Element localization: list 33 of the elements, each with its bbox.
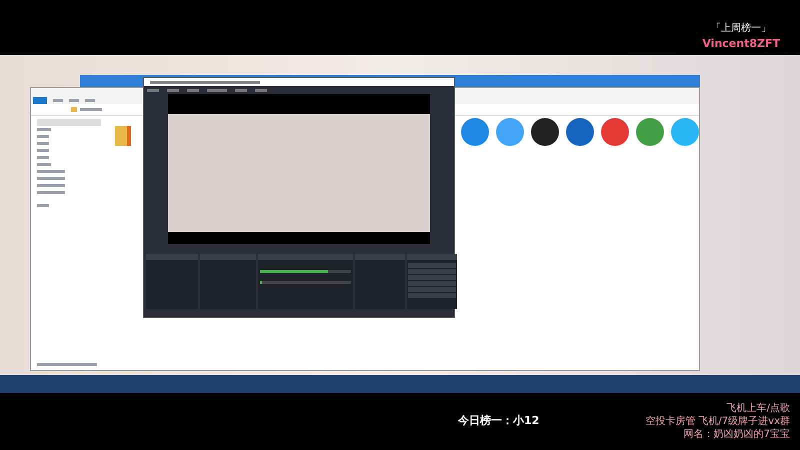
text-line-drawing (37, 156, 49, 159)
app-icon[interactable] (531, 118, 559, 146)
text-line-drawing (167, 88, 179, 92)
streamer-name: Vincent8ZFT (702, 36, 780, 52)
text-line-drawing (37, 149, 49, 152)
text-line-drawing (37, 142, 49, 145)
text-line-drawing (37, 128, 51, 131)
text-line-drawing (80, 108, 102, 111)
text-line-drawing (37, 204, 49, 207)
stream-note: 飞机上车/点歌 (726, 402, 790, 415)
text-line-drawing (187, 88, 199, 92)
text-line-drawing (37, 363, 97, 366)
text-line-drawing (37, 170, 65, 173)
text-line-drawing (37, 191, 65, 194)
text-line-drawing (37, 184, 65, 187)
text-line-drawing (37, 163, 51, 166)
folder-icon[interactable] (115, 126, 131, 146)
panel-header (200, 254, 256, 260)
panel-header (146, 254, 198, 260)
panel-header (407, 254, 457, 260)
folder-icon (71, 107, 77, 112)
text-line-drawing (37, 177, 65, 180)
text-line-drawing (207, 88, 227, 92)
top-fan-text: 今日榜一：小12 (458, 413, 540, 430)
text-line-drawing (147, 88, 159, 92)
rank-label: 「上周榜一」 (711, 22, 772, 36)
stream-note: 空投卡房管 飞机/7级牌子进vx群 (645, 415, 790, 428)
text-line-drawing (235, 88, 247, 92)
panel-header (355, 254, 405, 260)
text-line-drawing (37, 135, 49, 138)
nickname-text: 网名：奶凶奶凶的7宝宝 (684, 428, 790, 441)
ribbon-tab[interactable] (33, 96, 47, 104)
text-line-drawing (255, 88, 267, 92)
